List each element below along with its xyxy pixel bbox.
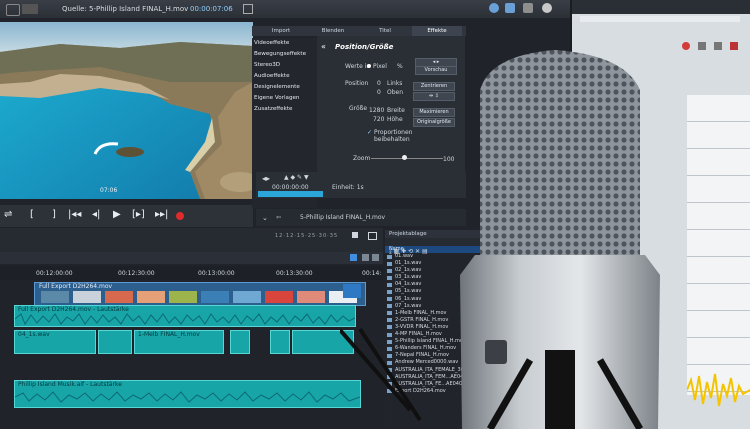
second-monitor-topbar bbox=[572, 0, 750, 14]
audio-clip-3[interactable]: 1-Melb FINAL_H.mov bbox=[134, 330, 224, 354]
sidebar-item-zusatzeffekte[interactable]: Zusatzeffekte bbox=[252, 104, 317, 115]
ruler-mark-1: 00:12:00:00 bbox=[36, 270, 73, 277]
ruler-mark-3: 00:13:00:00 bbox=[198, 270, 235, 277]
sidebar-item-videoeffekte[interactable]: Videoeffekte bbox=[252, 38, 317, 49]
audio-clip-3-label: 1-Melb FINAL_H.mov bbox=[138, 331, 200, 338]
kf-time: 00:00:00:00 bbox=[272, 184, 309, 191]
timecode-display: 00:00:07:06 bbox=[190, 5, 233, 13]
stop-icon[interactable] bbox=[22, 4, 38, 14]
app-icon-4[interactable] bbox=[542, 3, 552, 13]
tab-effekte[interactable]: Effekte bbox=[412, 26, 462, 36]
thumbnail bbox=[137, 291, 165, 303]
daw-menu bbox=[580, 16, 740, 22]
audio-clip-4-label: Phillip Island Musik.aif - Lautstärke bbox=[18, 381, 122, 388]
app-icon-3[interactable] bbox=[523, 3, 533, 13]
effects-tabs: Import Blenden Titel Effekte bbox=[252, 26, 466, 36]
mark-out-icon[interactable]: ] bbox=[52, 209, 56, 220]
audio-clip-segment[interactable] bbox=[270, 330, 290, 354]
sidebar-item-bewegungseffekte[interactable]: Bewegungseffekte bbox=[252, 49, 317, 60]
audio-clip-segment[interactable] bbox=[98, 330, 132, 354]
video-clip-label: Full Export D2H264.mov bbox=[39, 283, 113, 290]
tab-blenden[interactable]: Blenden bbox=[308, 26, 358, 36]
record-icon[interactable] bbox=[176, 212, 184, 220]
collapse-icon[interactable]: ⌄ bbox=[262, 214, 268, 222]
sidebar-item-designelemente[interactable]: Designelemente bbox=[252, 82, 317, 93]
audio-clip-4[interactable]: Phillip Island Musik.aif - Lautstärke bbox=[14, 380, 361, 408]
audio-clip-segment[interactable] bbox=[230, 330, 250, 354]
thumbnail bbox=[41, 291, 69, 303]
app-icon-2[interactable] bbox=[505, 3, 515, 13]
audio-clip-2-label: 04_1s.wav bbox=[18, 331, 50, 338]
video-preview[interactable]: 07:06 bbox=[0, 22, 253, 199]
thumbnail bbox=[265, 291, 293, 303]
sidebar-item-audioeffekte[interactable]: Audioeffekte bbox=[252, 71, 317, 82]
next-marker-icon[interactable]: [▸] bbox=[132, 209, 145, 220]
thumbnail bbox=[73, 291, 101, 303]
tab-titel[interactable]: Titel bbox=[360, 26, 410, 36]
editor-topbar: Quelle: 5-Phillip Island FINAL_H.mov 00:… bbox=[0, 0, 570, 18]
timeline-toolbar bbox=[0, 252, 383, 264]
app-icon-1[interactable] bbox=[489, 3, 499, 13]
timeline-ruler[interactable]: 00:12:00:00 00:12:30:00 00:13:00:00 00:1… bbox=[0, 266, 383, 280]
tab-import[interactable]: Import bbox=[256, 26, 306, 36]
monitor-icon[interactable] bbox=[6, 4, 20, 16]
sidebar-item-eigene-vorlagen[interactable]: Eigene Vorlagen bbox=[252, 93, 317, 104]
microphone bbox=[340, 50, 660, 429]
timecode-scrub[interactable]: 12·12·15·25·30·35 bbox=[275, 233, 338, 239]
loop-icon[interactable]: ⇌ bbox=[4, 209, 12, 220]
back-arrow-icon[interactable]: ⇦ bbox=[276, 214, 281, 221]
transport-bar: ⇌ [ ] |◂◂ ◂| ▶ [▸] ▸▸| bbox=[0, 205, 253, 227]
goto-start-icon[interactable]: |◂◂ bbox=[68, 209, 81, 220]
source-label: Quelle: 5-Phillip Island FINAL_H.mov bbox=[62, 5, 189, 13]
ruler-mark-2: 00:12:30:00 bbox=[118, 270, 155, 277]
mark-in-icon[interactable]: [ bbox=[30, 209, 34, 220]
audio-clip-2[interactable]: 04_1s.wav bbox=[14, 330, 96, 354]
video-clip[interactable]: Full Export D2H264.mov bbox=[34, 282, 366, 306]
frame-time: 07:06 bbox=[100, 187, 117, 194]
goto-end-icon[interactable]: ▸▸| bbox=[155, 209, 168, 220]
sidebar-item-stereo3d[interactable]: Stereo3D bbox=[252, 60, 317, 71]
thumbnail bbox=[105, 291, 133, 303]
back-icon[interactable]: « bbox=[321, 42, 326, 51]
kf-track[interactable] bbox=[258, 191, 323, 197]
thumbnail bbox=[297, 291, 325, 303]
thumbnail bbox=[169, 291, 197, 303]
prev-frame-icon[interactable]: ◂| bbox=[92, 209, 100, 220]
ruler-mark-4: 00:13:30:00 bbox=[276, 270, 313, 277]
thumbnail bbox=[201, 291, 229, 303]
fullscreen-icon[interactable] bbox=[243, 4, 253, 14]
kf-tools[interactable]: ▲ ◆ ✎ ▼ bbox=[284, 174, 309, 181]
thumbnail bbox=[233, 291, 261, 303]
kf-prev-icon[interactable]: ◂▸ bbox=[262, 174, 270, 183]
audio-clip-1[interactable]: Full Export D2H264.mov - Lautstärke bbox=[14, 305, 356, 327]
play-icon[interactable]: ▶ bbox=[113, 209, 121, 220]
